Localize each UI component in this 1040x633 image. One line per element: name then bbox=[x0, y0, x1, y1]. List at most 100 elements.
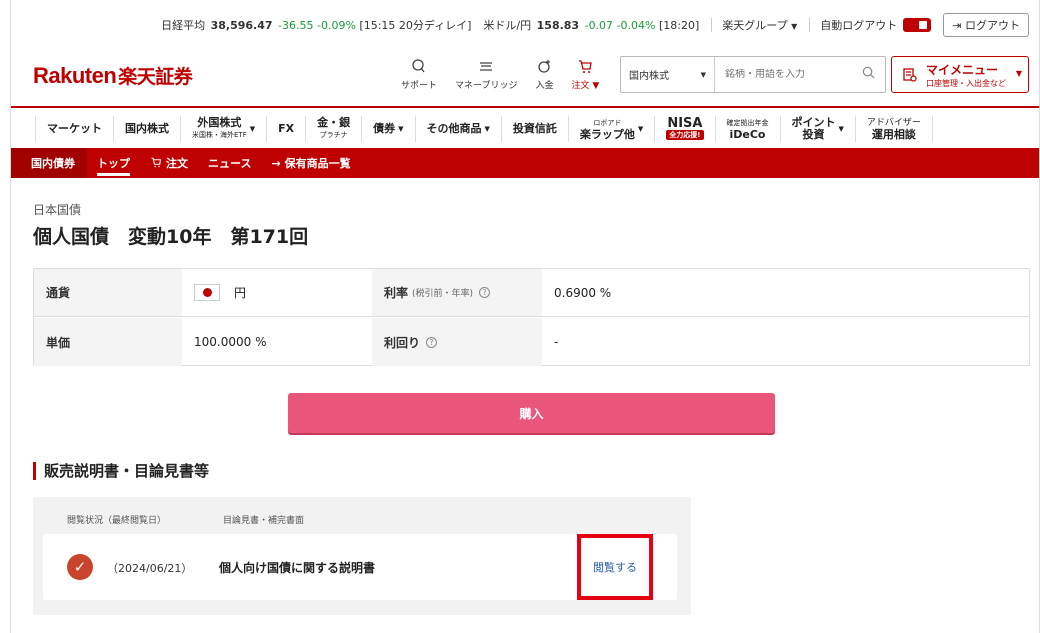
cart-icon bbox=[150, 156, 162, 171]
order-link[interactable]: 注文 ▼ bbox=[572, 58, 599, 91]
nav-ideco[interactable]: 確定拠出年金 iDeCo bbox=[716, 116, 781, 142]
nav-other-products[interactable]: その他商品 ▼ bbox=[416, 116, 502, 142]
column-header-status: 閲覧状況（最終閲覧日） bbox=[67, 516, 167, 526]
logout-button[interactable]: ⇥ ログアウト bbox=[943, 13, 1029, 37]
list-item: ✓ （2024/06/21） 個人向け国債に関する説明書 閲覧する bbox=[43, 534, 677, 600]
search-icon[interactable] bbox=[862, 66, 875, 83]
nav-bonds-label: 債券 bbox=[373, 122, 396, 135]
usdjpy-label: 米ドル/円 bbox=[483, 19, 532, 32]
search-category-select[interactable]: 国内株式 ▼ bbox=[621, 57, 715, 92]
arrow-right-icon: → bbox=[271, 156, 281, 170]
view-document-link[interactable]: 閲覧する bbox=[577, 534, 653, 600]
help-icon[interactable]: ? bbox=[479, 287, 491, 298]
nav-investment-trust[interactable]: 投資信託 bbox=[502, 116, 569, 142]
nav-bonds[interactable]: 債券 ▼ bbox=[362, 116, 416, 142]
main-nav: マーケット 国内株式 外国株式米国株・海外ETF ▼ FX 金・銀プラチナ 債券 ▼… bbox=[35, 110, 933, 148]
nav-advisor[interactable]: アドバイザー 運用相談 bbox=[856, 116, 933, 142]
yield-value: - bbox=[554, 335, 559, 349]
documents-panel: 閲覧状況（最終閲覧日） 目論見書・補完書面 ✓ （2024/06/21） 個人向… bbox=[33, 497, 691, 615]
subnav-section-label: 国内債券 bbox=[31, 157, 75, 170]
nav-domestic-label: 国内株式 bbox=[125, 122, 169, 135]
nav-foreign-label: 外国株式 bbox=[197, 116, 242, 129]
currency-text: 円 bbox=[234, 286, 247, 300]
chevron-down-icon: ▼ bbox=[791, 22, 798, 31]
nav-robo-label: 楽ラップ他 bbox=[579, 128, 635, 141]
chevron-down-icon: ▼ bbox=[484, 125, 490, 133]
last-viewed-date: （2024/06/21） bbox=[107, 562, 193, 575]
tab-holdings-label: 保有商品一覧 bbox=[284, 157, 351, 170]
search-input[interactable] bbox=[715, 69, 845, 80]
search-box: 国内株式 ▼ bbox=[620, 56, 886, 93]
nisa-badge: 全力応援! bbox=[666, 130, 704, 140]
info-row: 単価 100.0000 % 利回り? - bbox=[34, 318, 1029, 366]
checkmark-icon: ✓ bbox=[67, 554, 93, 580]
nav-foreign-stocks[interactable]: 外国株式 米国株・海外ETF ▼ bbox=[181, 116, 268, 142]
nav-advisor-sublabel: 運用相談 bbox=[871, 128, 916, 141]
divider bbox=[711, 18, 713, 32]
rate-note: (税引前・年率) bbox=[412, 289, 474, 299]
nikkei-value: 38,596.47 bbox=[210, 19, 273, 32]
yield-label: 利回り? bbox=[372, 318, 542, 366]
rate-label-text: 利率 bbox=[384, 286, 409, 300]
nav-gold-sublabel: プラチナ bbox=[319, 131, 348, 139]
tab-order-label: 注文 bbox=[166, 157, 188, 170]
subnav-section-title[interactable]: 国内債券 bbox=[11, 148, 87, 178]
nav-fx-label: FX bbox=[278, 122, 295, 135]
nav-gold-label: 金・銀 bbox=[317, 116, 351, 129]
currency-value: 円 bbox=[182, 269, 372, 316]
nav-gold[interactable]: 金・銀 プラチナ bbox=[306, 116, 363, 142]
deposit-label: 入金 bbox=[535, 81, 554, 91]
nav-trust-label: 投資信託 bbox=[512, 122, 557, 135]
divider bbox=[809, 18, 811, 32]
support-label: サポート bbox=[401, 81, 438, 91]
logo-jp: 楽天証券 bbox=[118, 66, 193, 88]
tab-top[interactable]: トップ bbox=[87, 148, 140, 178]
deposit-link[interactable]: 入金 bbox=[535, 58, 554, 91]
tab-holdings[interactable]: → 保有商品一覧 bbox=[261, 148, 360, 178]
my-menu-button[interactable]: マイメニュー 口座管理・入出金など ▼ bbox=[891, 56, 1029, 93]
money-bridge-link[interactable]: マネーブリッジ bbox=[455, 58, 517, 91]
auto-logout-toggle[interactable] bbox=[903, 18, 932, 32]
buy-button[interactable]: 購入 bbox=[288, 393, 775, 433]
market-ticker: 日経平均 38,596.47 -36.55 -0.09% [15:15 20分デ… bbox=[161, 13, 1029, 37]
tab-news[interactable]: ニュース bbox=[198, 148, 261, 178]
bond-info-table: 通貨 円 利率 (税引前・年率)? 0.6900 % 単価 100.0000 % … bbox=[33, 268, 1030, 366]
nav-market[interactable]: マーケット bbox=[35, 116, 114, 142]
chevron-down-icon: ▼ bbox=[700, 70, 706, 79]
page-frame: 日経平均 38,596.47 -36.55 -0.09% [15:15 20分デ… bbox=[10, 0, 1040, 633]
bond-subnav: 国内債券 トップ 注文 ニュース → 保有商品一覧 bbox=[11, 148, 1039, 178]
usdjpy-time: [18:20] bbox=[658, 19, 700, 32]
nikkei-time: [15:15 20分ディレイ] bbox=[359, 19, 472, 32]
currency-label: 通貨 bbox=[34, 269, 182, 316]
yield-label-text: 利回り bbox=[384, 335, 421, 350]
support-icon bbox=[401, 58, 437, 78]
support-link[interactable]: サポート bbox=[401, 58, 437, 91]
price-label: 単価 bbox=[34, 318, 182, 366]
bank-icon bbox=[455, 58, 517, 78]
header-icon-bar: サポート マネーブリッジ 入金 注文 ▼ bbox=[401, 58, 617, 91]
help-icon[interactable]: ? bbox=[426, 336, 438, 348]
search-category-label: 国内株式 bbox=[629, 71, 669, 82]
rakuten-group-dropdown[interactable]: 楽天グループ ▼ bbox=[722, 17, 797, 33]
nav-point-investment[interactable]: ポイント 投資 ▼ bbox=[781, 116, 856, 142]
tab-news-label: ニュース bbox=[208, 157, 252, 170]
nav-fx[interactable]: FX bbox=[267, 116, 307, 142]
nav-other-label: その他商品 bbox=[426, 122, 482, 135]
nav-foreign-sublabel: 米国株・海外ETF bbox=[192, 131, 247, 139]
site-header: Rakuten 楽天証券 サポート マネーブリッジ 入金 注文 ▼ 国内株式 ▼… bbox=[11, 56, 1039, 100]
product-category: 日本国債 bbox=[33, 203, 82, 217]
column-header-document: 目論見書・補完書面 bbox=[223, 516, 305, 526]
nikkei-change: -36.55 bbox=[278, 19, 314, 32]
view-document-label: 閲覧する bbox=[593, 561, 637, 574]
nav-nisa-label: NISA bbox=[667, 116, 703, 131]
money-bridge-label: マネーブリッジ bbox=[455, 81, 518, 91]
nav-robo-advisor[interactable]: ロボアド 楽ラップ他 ▼ bbox=[569, 116, 656, 142]
tab-order[interactable]: 注文 bbox=[140, 148, 198, 178]
nikkei-ticker: 日経平均 38,596.47 -36.55 -0.09% [15:15 20分デ… bbox=[161, 17, 471, 33]
rakuten-logo[interactable]: Rakuten 楽天証券 bbox=[33, 62, 193, 89]
nav-nisa[interactable]: NISA 全力応援! bbox=[655, 116, 716, 142]
nav-domestic-stocks[interactable]: 国内株式 bbox=[114, 116, 181, 142]
usdjpy-change: -0.07 bbox=[584, 19, 614, 32]
usdjpy-ticker: 米ドル/円 158.83 -0.07 -0.04% [18:20] bbox=[483, 17, 699, 33]
nikkei-label: 日経平均 bbox=[161, 19, 206, 32]
